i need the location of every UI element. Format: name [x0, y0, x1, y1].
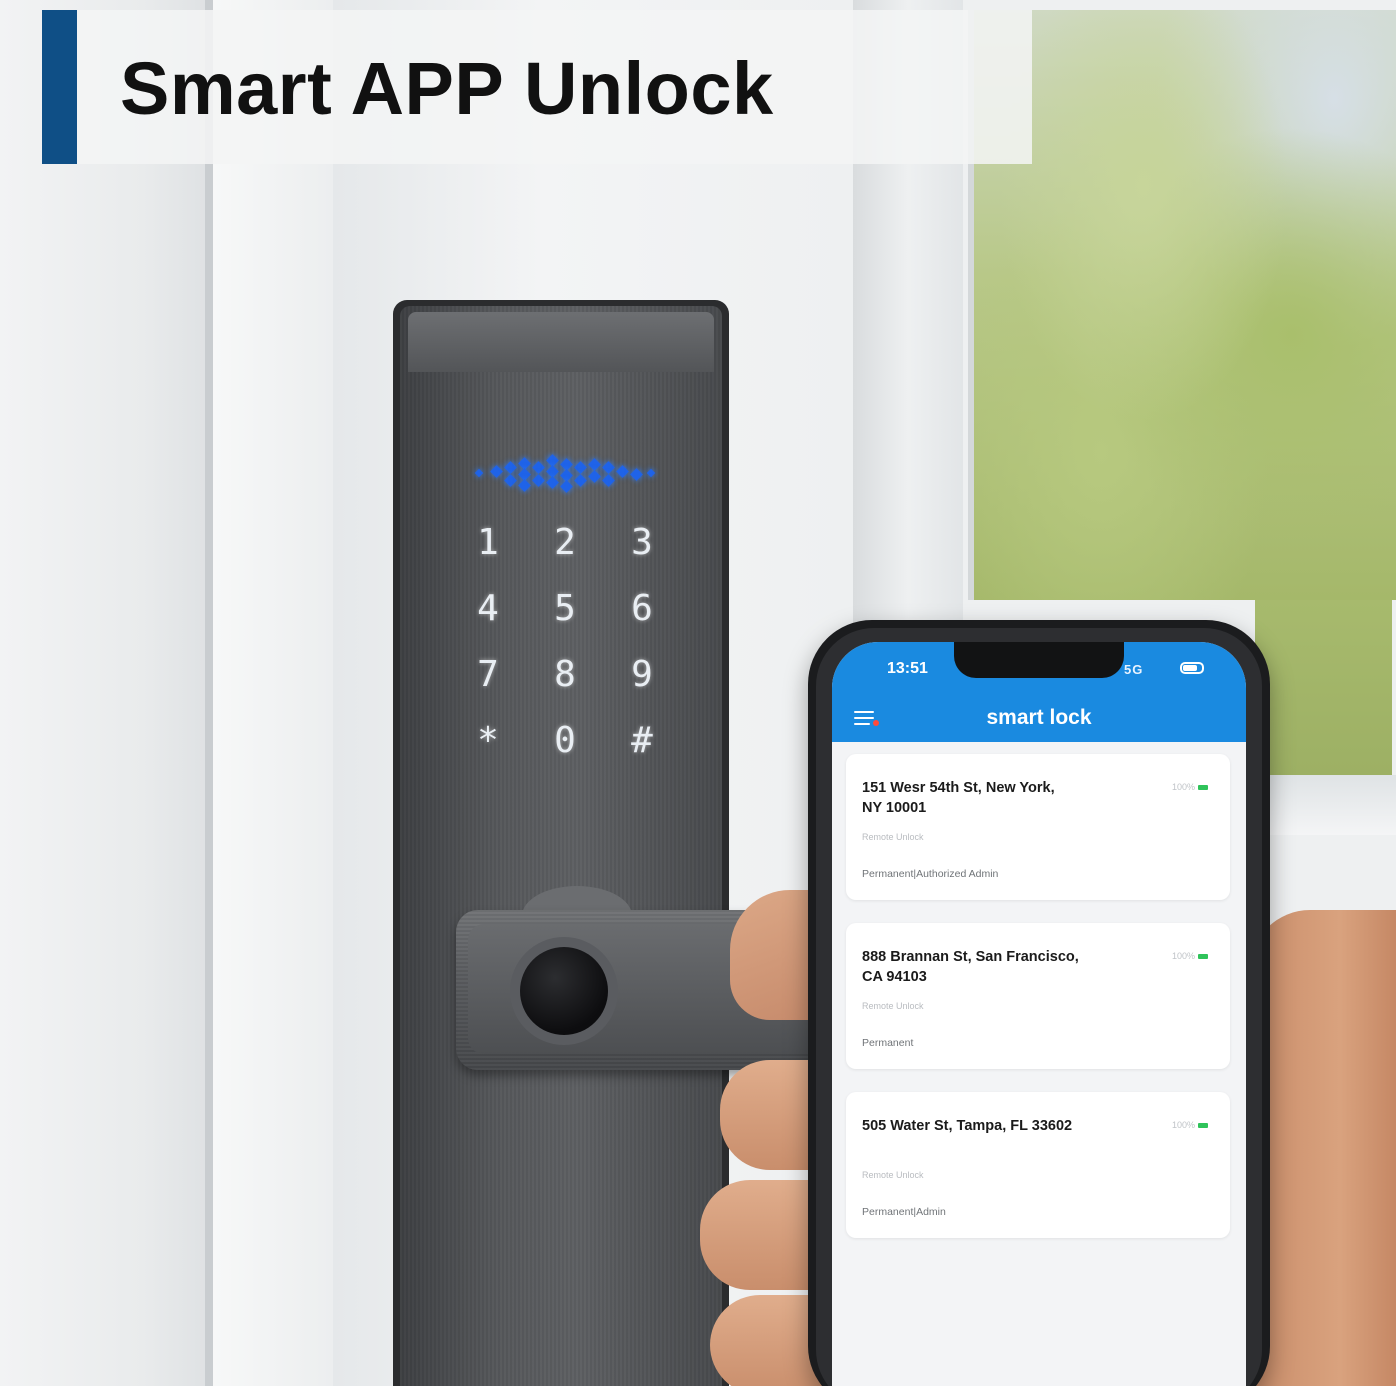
keypad-key-4[interactable]: 4 — [450, 578, 526, 640]
battery-level-icon — [1198, 954, 1208, 960]
lock-battery-label: 100% — [1171, 782, 1195, 792]
keypad-indicator-lights — [470, 454, 662, 494]
battery-level-icon — [1198, 1123, 1208, 1129]
lock-permission: Permanent — [862, 1037, 914, 1049]
app-title: smart lock — [986, 706, 1092, 729]
status-time: 13:51 — [887, 660, 928, 677]
fingerprint-pad — [520, 947, 608, 1035]
keypad-key-7[interactable]: 7 — [450, 644, 526, 706]
lock-card[interactable]: 151 Wesr 54th St, New York, NY 10001 100… — [846, 754, 1230, 900]
door-gap — [205, 0, 213, 1386]
window-glass — [968, 10, 1396, 600]
app-bar: 13:51 5G smart lock — [832, 642, 1246, 742]
window-sill — [1250, 775, 1396, 835]
lock-permission: Permanent|Authorized Admin — [862, 868, 999, 880]
window-glass-lower — [1255, 600, 1392, 775]
lock-battery-label: 100% — [1171, 1120, 1195, 1130]
lock-permission: Permanent|Admin — [862, 1206, 946, 1218]
lock-battery: 100% — [1172, 951, 1208, 961]
fingerprint-sensor-icon[interactable] — [510, 937, 618, 1045]
keypad-key-5[interactable]: 5 — [527, 578, 603, 640]
lock-keypad: 1 2 3 4 5 6 7 8 9 * 0 # — [450, 512, 680, 772]
lock-battery-label: 100% — [1171, 951, 1195, 961]
lock-unlock-mode: Remote Unlock — [862, 1001, 924, 1011]
lock-battery: 100% — [1172, 782, 1208, 792]
signal-icon: 5G — [1124, 662, 1143, 677]
lock-address-line2: CA 94103 — [862, 969, 927, 985]
keypad-key-0[interactable]: 0 — [527, 710, 603, 772]
lock-battery: 100% — [1172, 1120, 1208, 1130]
product-scene: Smart APP Unlock 1 2 3 4 5 6 7 8 9 * 0 #… — [0, 0, 1396, 1386]
lock-address: 888 Brannan St, San Francisco, CA 94103 — [862, 947, 1132, 987]
lock-address-line2: NY 10001 — [862, 800, 927, 816]
lock-address-line1: 888 Brannan St, San Francisco, — [862, 949, 1079, 965]
status-network: 5G — [1124, 662, 1144, 677]
title-accent-bar — [42, 10, 77, 164]
lock-unlock-mode: Remote Unlock — [862, 1170, 924, 1180]
lock-card[interactable]: 505 Water St, Tampa, FL 33602 100% Remot… — [846, 1092, 1230, 1238]
lock-unlock-mode: Remote Unlock — [862, 832, 924, 842]
keypad-key-1[interactable]: 1 — [450, 512, 526, 574]
keypad-key-2[interactable]: 2 — [527, 512, 603, 574]
battery-icon — [1180, 662, 1204, 674]
page-title: Smart APP Unlock — [120, 47, 774, 130]
lock-address-line1: 151 Wesr 54th St, New York, — [862, 780, 1055, 796]
door-left-panel — [0, 0, 205, 1386]
keypad-key-8[interactable]: 8 — [527, 644, 603, 706]
lock-address: 505 Water St, Tampa, FL 33602 — [862, 1116, 1132, 1136]
keypad-key-3[interactable]: 3 — [604, 512, 680, 574]
phone-notch — [954, 642, 1124, 678]
lock-address-line1: 505 Water St, Tampa, FL 33602 — [862, 1118, 1073, 1134]
door-panel — [213, 0, 333, 1386]
keypad-key-star[interactable]: * — [450, 710, 526, 772]
phone-screen: 13:51 5G smart lock 151 Wesr 54th St, Ne… — [832, 642, 1246, 1386]
lock-card[interactable]: 888 Brannan St, San Francisco, CA 94103 … — [846, 923, 1230, 1069]
keypad-key-6[interactable]: 6 — [604, 578, 680, 640]
keypad-key-hash[interactable]: # — [604, 710, 680, 772]
lock-top-bevel — [408, 312, 714, 372]
battery-level-icon — [1198, 785, 1208, 791]
lock-address: 151 Wesr 54th St, New York, NY 10001 — [862, 778, 1132, 818]
keypad-key-9[interactable]: 9 — [604, 644, 680, 706]
palm — [1250, 910, 1396, 1386]
